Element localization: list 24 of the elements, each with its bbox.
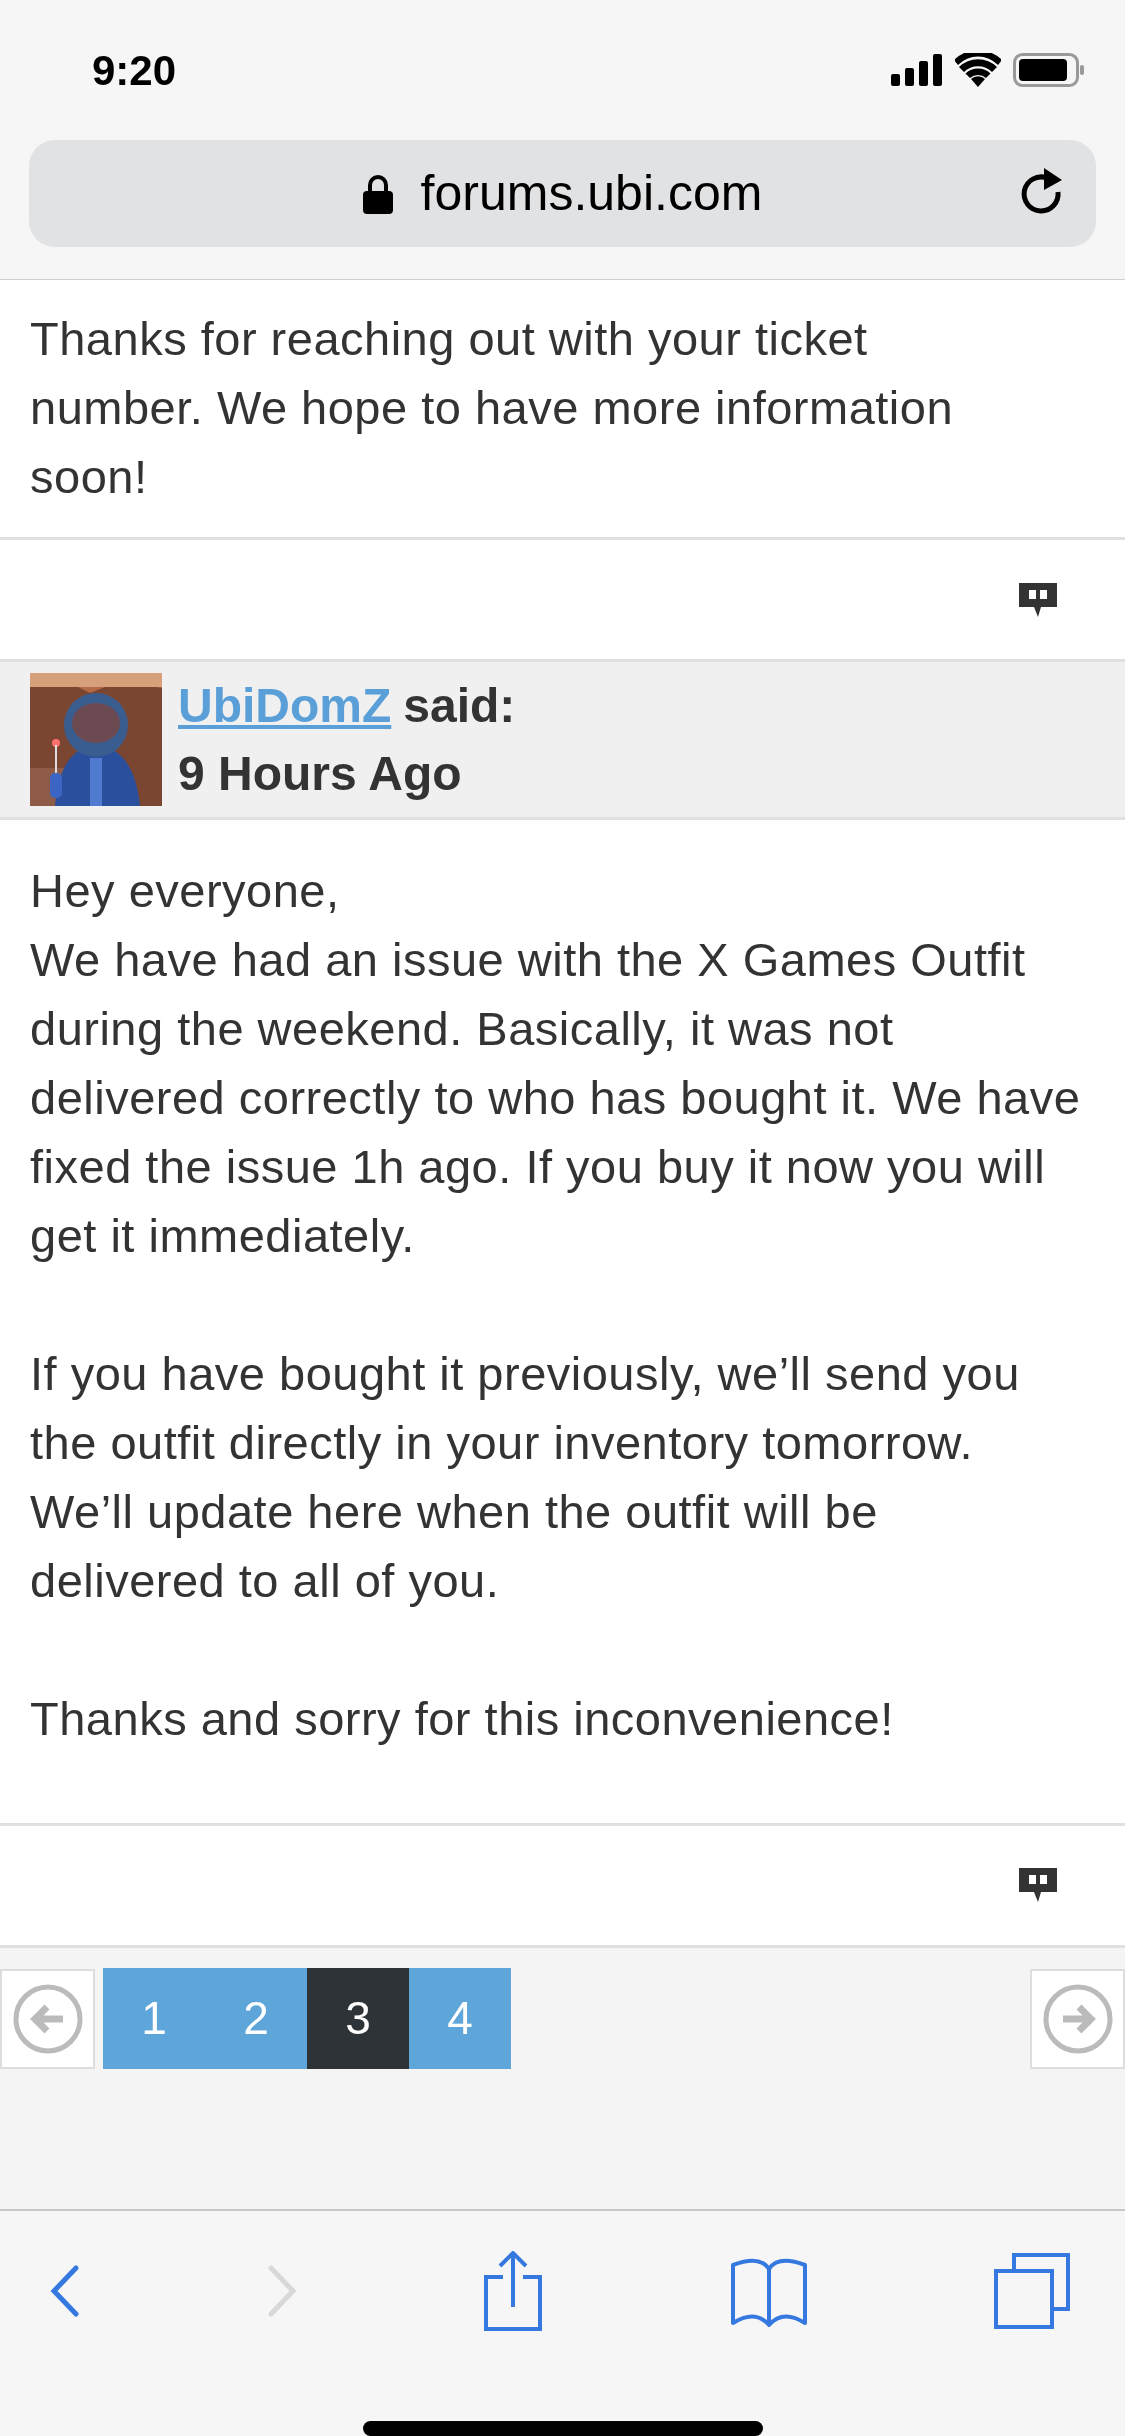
page-button[interactable]: 1 — [103, 1968, 205, 2069]
said-label: said: — [403, 677, 516, 734]
status-time: 9:20 — [92, 45, 177, 96]
post-text: Thanks for reaching out with your ticket number. We hope to have more information soon! — [30, 311, 955, 505]
post-text: We have had an issue with the X Games Outfit during the weekend. Basically, it was not delivered correctly to who has bought it. We have fixed the issue 1h ago. If you buy it now you will get it immediately. — [30, 931, 1082, 1264]
url-text: forums.ubi.com — [420, 164, 763, 223]
tabs-icon[interactable] — [994, 2253, 1070, 2329]
post-text: Hey everyone, — [30, 862, 341, 919]
post-text: If you have bought it previously, we’ll send you the outfit directly in your inventory tomorrow. We’ll update here when the outfit will be delivered to all of you. — [30, 1345, 1021, 1609]
quote-icon[interactable] — [1019, 1868, 1057, 1903]
username-link[interactable]: UbiDomZ — [178, 671, 392, 740]
page-button[interactable]: 4 — [409, 1968, 511, 2069]
back-icon[interactable] — [50, 2265, 80, 2317]
wifi-icon — [955, 53, 1001, 87]
signal-icon — [891, 54, 943, 86]
quote-icon[interactable] — [1019, 582, 1057, 617]
battery-icon — [1013, 53, 1085, 87]
address-bar[interactable]: forums.ubi.com — [29, 140, 1096, 247]
post-text: Thanks and sorry for this inconvenience! — [30, 1690, 895, 1747]
page-button[interactable]: 3 — [307, 1968, 409, 2069]
lock-icon — [362, 173, 393, 214]
share-icon[interactable] — [483, 2251, 543, 2331]
page-button[interactable]: 2 — [205, 1968, 307, 2069]
post-time: 9 Hours Ago — [178, 745, 463, 802]
